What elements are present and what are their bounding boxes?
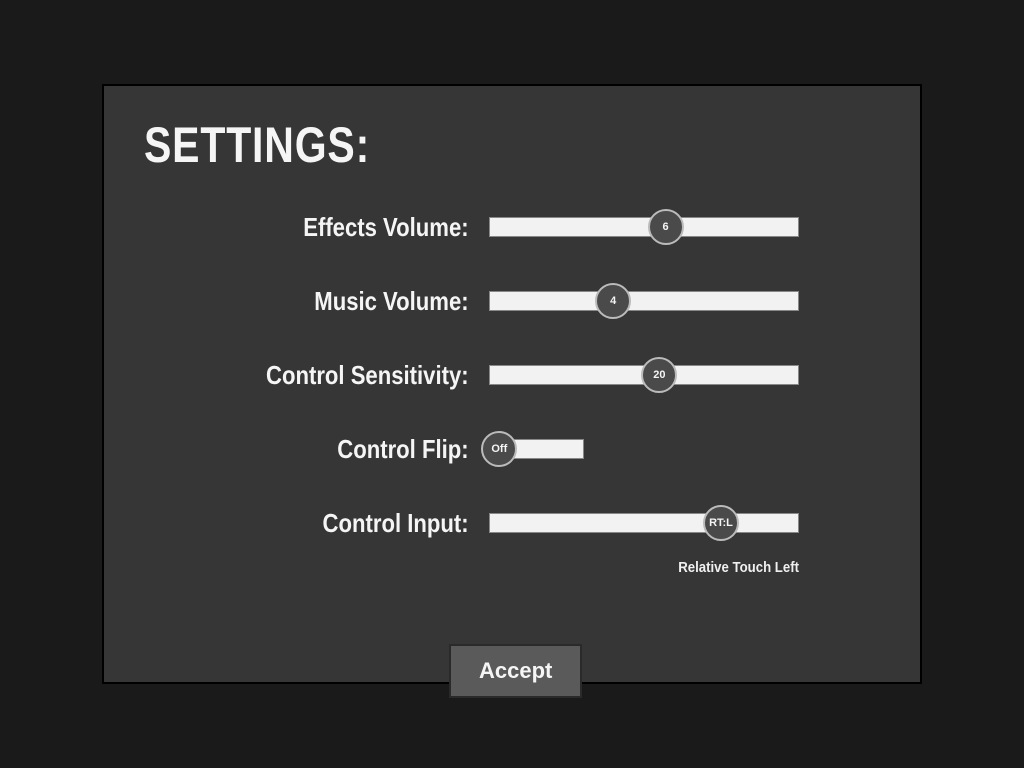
settings-rows: Effects Volume: 6 Music Volume: 4 Contro…	[144, 209, 880, 579]
knob-control-input[interactable]: RT:L	[703, 505, 739, 541]
row-effects-volume: Effects Volume: 6	[144, 209, 880, 245]
label-control-input: Control Input:	[196, 508, 489, 539]
settings-panel: SETTINGS: Effects Volume: 6 Music Volume…	[102, 84, 922, 684]
settings-title: SETTINGS:	[144, 116, 748, 174]
knob-control-sensitivity[interactable]: 20	[641, 357, 677, 393]
row-music-volume: Music Volume: 4	[144, 283, 880, 319]
row-control-input: Control Input: RT:L	[144, 505, 880, 541]
label-effects-volume: Effects Volume:	[196, 212, 489, 243]
control-input-caption: Relative Touch Left	[526, 559, 799, 576]
row-control-flip: Control Flip: Off	[144, 431, 880, 467]
accept-button[interactable]: Accept	[449, 644, 582, 698]
slider-control-input[interactable]: RT:L	[489, 513, 799, 533]
label-control-sensitivity: Control Sensitivity:	[196, 360, 489, 391]
accept-row: Accept	[144, 644, 880, 698]
knob-effects-volume[interactable]: 6	[648, 209, 684, 245]
slider-music-volume[interactable]: 4	[489, 291, 799, 311]
label-control-flip: Control Flip:	[196, 434, 489, 465]
knob-music-volume[interactable]: 4	[595, 283, 631, 319]
slider-effects-volume[interactable]: 6	[489, 217, 799, 237]
slider-control-sensitivity[interactable]: 20	[489, 365, 799, 385]
knob-control-flip[interactable]: Off	[481, 431, 517, 467]
label-music-volume: Music Volume:	[196, 286, 489, 317]
slider-control-flip[interactable]: Off	[489, 439, 584, 459]
row-control-sensitivity: Control Sensitivity: 20	[144, 357, 880, 393]
